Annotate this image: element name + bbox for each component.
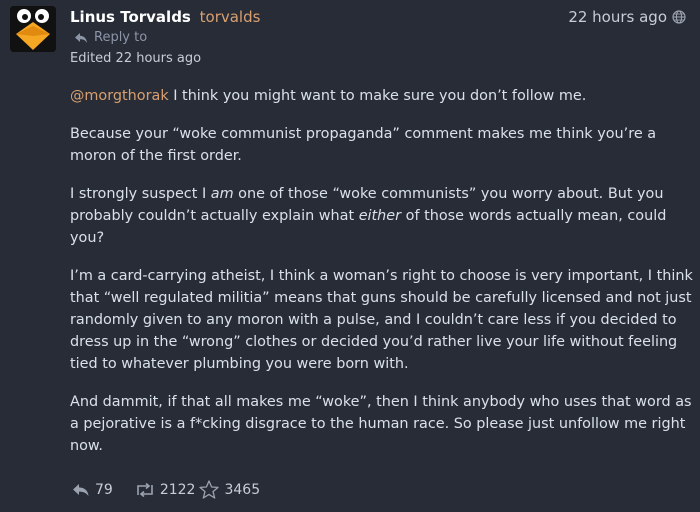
mention-link[interactable]: @morgthorak	[70, 88, 169, 104]
action-bar: 79 2122 3465	[72, 480, 260, 499]
timestamp-area[interactable]: 22 hours ago	[568, 8, 686, 26]
status-content: @morgthorak I think you might want to ma…	[70, 85, 695, 473]
globe-icon	[672, 10, 686, 24]
favourite-count: 3465	[224, 481, 261, 498]
paragraph-3-emphasis-2: either	[358, 208, 402, 224]
timestamp[interactable]: 22 hours ago	[568, 8, 667, 26]
boost-button[interactable]: 2122	[135, 481, 196, 498]
reply-count: 79	[95, 481, 113, 498]
paragraph-3: I strongly suspect I am one of those “wo…	[70, 183, 695, 249]
favourite-button[interactable]: 3465	[199, 480, 260, 499]
star-icon	[199, 480, 220, 499]
reply-to-label: Reply to	[94, 30, 148, 45]
reply-button[interactable]: 79	[72, 482, 113, 498]
paragraph-4: I’m a card-carrying atheist, I think a w…	[70, 268, 693, 372]
reply-icon	[73, 483, 89, 496]
reply-to-indicator[interactable]: Reply to	[74, 30, 147, 45]
paragraph-1: @morgthorak I think you might want to ma…	[70, 85, 695, 107]
author-names[interactable]: Linus Torvalds torvalds	[70, 8, 260, 26]
status-post: Linus Torvalds torvalds 22 hours ago Rep…	[0, 0, 700, 512]
paragraph-1-text: I think you might want to make sure you …	[168, 88, 587, 104]
penguin-avatar-icon	[10, 6, 56, 52]
display-name[interactable]: Linus Torvalds	[70, 8, 191, 26]
boost-count: 2122	[159, 481, 196, 498]
paragraph-3-part-a: I strongly suspect I	[70, 186, 211, 202]
reply-arrow-icon	[75, 32, 87, 43]
paragraph-3-emphasis-1: am	[210, 186, 234, 202]
paragraph-5: And dammit, if that all makes me “woke”,…	[70, 394, 692, 454]
account-handle[interactable]: torvalds	[200, 8, 261, 26]
avatar[interactable]	[10, 6, 56, 52]
paragraph-2: Because your “woke communist propaganda”…	[70, 126, 657, 164]
boost-icon	[137, 482, 153, 497]
edited-indicator[interactable]: Edited 22 hours ago	[70, 51, 201, 66]
